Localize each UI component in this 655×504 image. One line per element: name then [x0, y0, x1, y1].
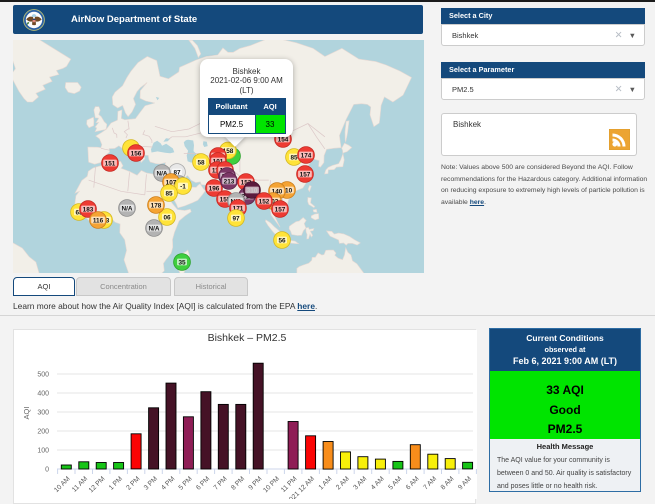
svg-text:97: 97: [232, 215, 240, 222]
svg-text:116: 116: [93, 217, 104, 224]
svg-text:154: 154: [278, 136, 289, 143]
svg-text:157: 157: [275, 206, 286, 213]
svg-text:400: 400: [37, 390, 49, 397]
svg-text:151: 151: [105, 160, 116, 167]
svg-text:0: 0: [45, 466, 49, 473]
svg-text:AQI: AQI: [22, 407, 31, 420]
svg-text:N/A: N/A: [121, 205, 132, 212]
svg-text:174: 174: [301, 152, 312, 159]
svg-text:156: 156: [131, 150, 142, 157]
svg-text:N/A: N/A: [148, 225, 159, 232]
svg-text:58: 58: [197, 159, 205, 166]
svg-text:152: 152: [259, 198, 270, 205]
svg-text:183: 183: [83, 206, 94, 213]
svg-text:500: 500: [37, 371, 49, 378]
svg-text:35: 35: [178, 259, 186, 266]
svg-text:85: 85: [165, 190, 173, 197]
svg-text:196: 196: [209, 185, 220, 192]
svg-text:100: 100: [37, 447, 49, 454]
svg-text:310: 310: [247, 187, 258, 194]
svg-text:-1: -1: [180, 183, 186, 190]
svg-text:56: 56: [278, 237, 286, 244]
svg-text:178: 178: [151, 202, 162, 209]
svg-text:213: 213: [224, 178, 235, 185]
svg-text:06: 06: [163, 214, 171, 221]
svg-text:Bishkek – PM2.5: Bishkek – PM2.5: [208, 332, 287, 344]
svg-text:300: 300: [37, 409, 49, 416]
svg-text:85: 85: [290, 154, 298, 161]
svg-text:157: 157: [300, 171, 311, 178]
svg-text:200: 200: [37, 428, 49, 435]
